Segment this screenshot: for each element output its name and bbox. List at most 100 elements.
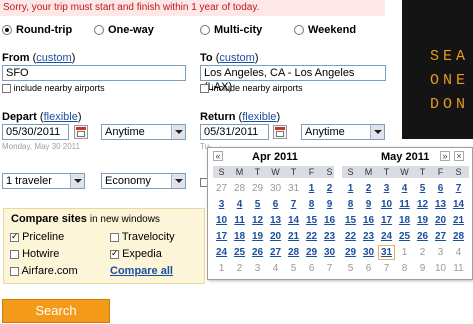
calendar-day-selected[interactable]: 31 [378, 245, 395, 260]
calendar-day[interactable]: 22 [303, 229, 320, 244]
calendar-day[interactable]: 5 [414, 181, 431, 196]
calendar-day[interactable]: 15 [303, 213, 320, 228]
calendar-day[interactable]: 14 [285, 213, 302, 228]
calendar-day[interactable]: 24 [213, 245, 230, 260]
calendar-day[interactable]: 16 [360, 213, 377, 228]
calendar-day[interactable]: 6 [267, 197, 284, 212]
calendar-day[interactable]: 24 [378, 229, 395, 244]
calendar-day[interactable]: 21 [450, 213, 467, 228]
calendar-day[interactable]: 2 [360, 181, 377, 196]
calendar-day[interactable]: 9 [321, 197, 338, 212]
calendar-day[interactable]: 18 [396, 213, 413, 228]
calendar-day[interactable]: 29 [303, 245, 320, 260]
calendar-day[interactable]: 30 [360, 245, 377, 260]
calendar-day[interactable]: 11 [396, 197, 413, 212]
checkbox-icon[interactable] [10, 249, 19, 259]
calendar-day[interactable]: 27 [267, 245, 284, 260]
calendar-day[interactable]: 4 [231, 197, 248, 212]
calendar-day[interactable]: 13 [432, 197, 449, 212]
compare-site-travelocity[interactable]: Travelocity [110, 231, 175, 243]
to-custom-link[interactable]: custom [219, 52, 254, 64]
calendar-day[interactable]: 10 [378, 197, 395, 212]
chevron-down-icon[interactable] [370, 125, 384, 139]
calendar-day[interactable]: 23 [360, 229, 377, 244]
compare-site-priceline[interactable]: Priceline [10, 231, 64, 243]
calendar-day[interactable]: 11 [231, 213, 248, 228]
calendar-day[interactable]: 7 [450, 181, 467, 196]
return-date-input[interactable]: 05/31/2011 [200, 124, 269, 140]
calendar-day[interactable]: 10 [213, 213, 230, 228]
trip-type-round-trip[interactable]: Round-trip [2, 24, 72, 36]
calendar-day[interactable]: 7 [285, 197, 302, 212]
compare-site-airfare[interactable]: Airfare.com [10, 265, 78, 277]
prev-month-icon[interactable]: « [213, 151, 223, 161]
calendar-icon[interactable] [273, 125, 287, 139]
calendar-day[interactable]: 14 [450, 197, 467, 212]
checkbox-icon[interactable] [110, 232, 119, 242]
calendar-day[interactable]: 28 [450, 229, 467, 244]
calendar-day[interactable]: 22 [342, 229, 359, 244]
trip-type-multi-city[interactable]: Multi-city [200, 24, 262, 36]
calendar-icon[interactable] [74, 125, 88, 139]
calendar-day[interactable]: 26 [414, 229, 431, 244]
calendar-day[interactable]: 28 [285, 245, 302, 260]
depart-time-select[interactable]: Anytime [101, 124, 186, 140]
calendar-day[interactable]: 16 [321, 213, 338, 228]
calendar-day[interactable]: 20 [267, 229, 284, 244]
checkbox-icon[interactable] [10, 231, 19, 242]
calendar-day[interactable]: 25 [396, 229, 413, 244]
calendar-day[interactable]: 19 [249, 229, 266, 244]
return-time-select[interactable]: Anytime [301, 124, 385, 140]
calendar-day[interactable]: 20 [432, 213, 449, 228]
checkbox-icon[interactable] [200, 84, 209, 94]
calendar-day[interactable]: 30 [321, 245, 338, 260]
to-input[interactable]: Los Angeles, CA - Los Angeles (LAX) [200, 65, 386, 93]
calendar-day[interactable]: 3 [213, 197, 230, 212]
calendar-day[interactable]: 21 [285, 229, 302, 244]
checkbox-icon[interactable] [10, 266, 19, 276]
compare-all-link[interactable]: Compare all [110, 265, 173, 277]
calendar-day[interactable]: 18 [231, 229, 248, 244]
return-flexible-link[interactable]: flexible [242, 111, 276, 123]
calendar-day[interactable]: 29 [342, 245, 359, 260]
chevron-down-icon[interactable] [171, 125, 185, 139]
next-month-icon[interactable]: » [440, 151, 450, 161]
from-custom-link[interactable]: custom [36, 52, 71, 64]
calendar-day[interactable]: 2 [321, 181, 338, 196]
calendar-day[interactable]: 1 [303, 181, 320, 196]
calendar-day[interactable]: 4 [396, 181, 413, 196]
trip-type-one-way[interactable]: One-way [94, 24, 154, 36]
trip-type-weekend[interactable]: Weekend [294, 24, 356, 36]
radio-icon[interactable] [2, 25, 12, 36]
calendar-day[interactable]: 23 [321, 229, 338, 244]
calendar-day[interactable]: 17 [378, 213, 395, 228]
checkbox-icon[interactable] [2, 84, 11, 94]
calendar-day[interactable]: 26 [249, 245, 266, 260]
cabin-select[interactable]: Economy [101, 173, 186, 189]
depart-date-input[interactable]: 05/30/2011 [2, 124, 69, 140]
calendar-day[interactable]: 15 [342, 213, 359, 228]
calendar-day[interactable]: 8 [342, 197, 359, 212]
chevron-down-icon[interactable] [171, 174, 185, 188]
calendar-day[interactable]: 9 [360, 197, 377, 212]
calendar-day[interactable]: 3 [378, 181, 395, 196]
travelers-select[interactable]: 1 traveler [2, 173, 85, 189]
from-input[interactable]: SFO [2, 65, 186, 81]
calendar-day[interactable]: 25 [231, 245, 248, 260]
calendar-day[interactable]: 12 [249, 213, 266, 228]
calendar-day[interactable]: 5 [249, 197, 266, 212]
from-nearby-checkbox[interactable]: include nearby airports [2, 83, 105, 94]
radio-icon[interactable] [200, 25, 210, 36]
calendar-day[interactable]: 17 [213, 229, 230, 244]
calendar-day[interactable]: 6 [432, 181, 449, 196]
compare-site-expedia[interactable]: Expedia [110, 248, 162, 260]
depart-flexible-link[interactable]: flexible [44, 111, 78, 123]
radio-icon[interactable] [94, 25, 104, 36]
compare-site-hotwire[interactable]: Hotwire [10, 248, 59, 260]
chevron-down-icon[interactable] [70, 174, 84, 188]
calendar-day[interactable]: 12 [414, 197, 431, 212]
radio-icon[interactable] [294, 25, 304, 36]
calendar-day[interactable]: 8 [303, 197, 320, 212]
to-nearby-checkbox[interactable]: include nearby airports [200, 83, 303, 94]
close-icon[interactable]: × [454, 151, 464, 161]
